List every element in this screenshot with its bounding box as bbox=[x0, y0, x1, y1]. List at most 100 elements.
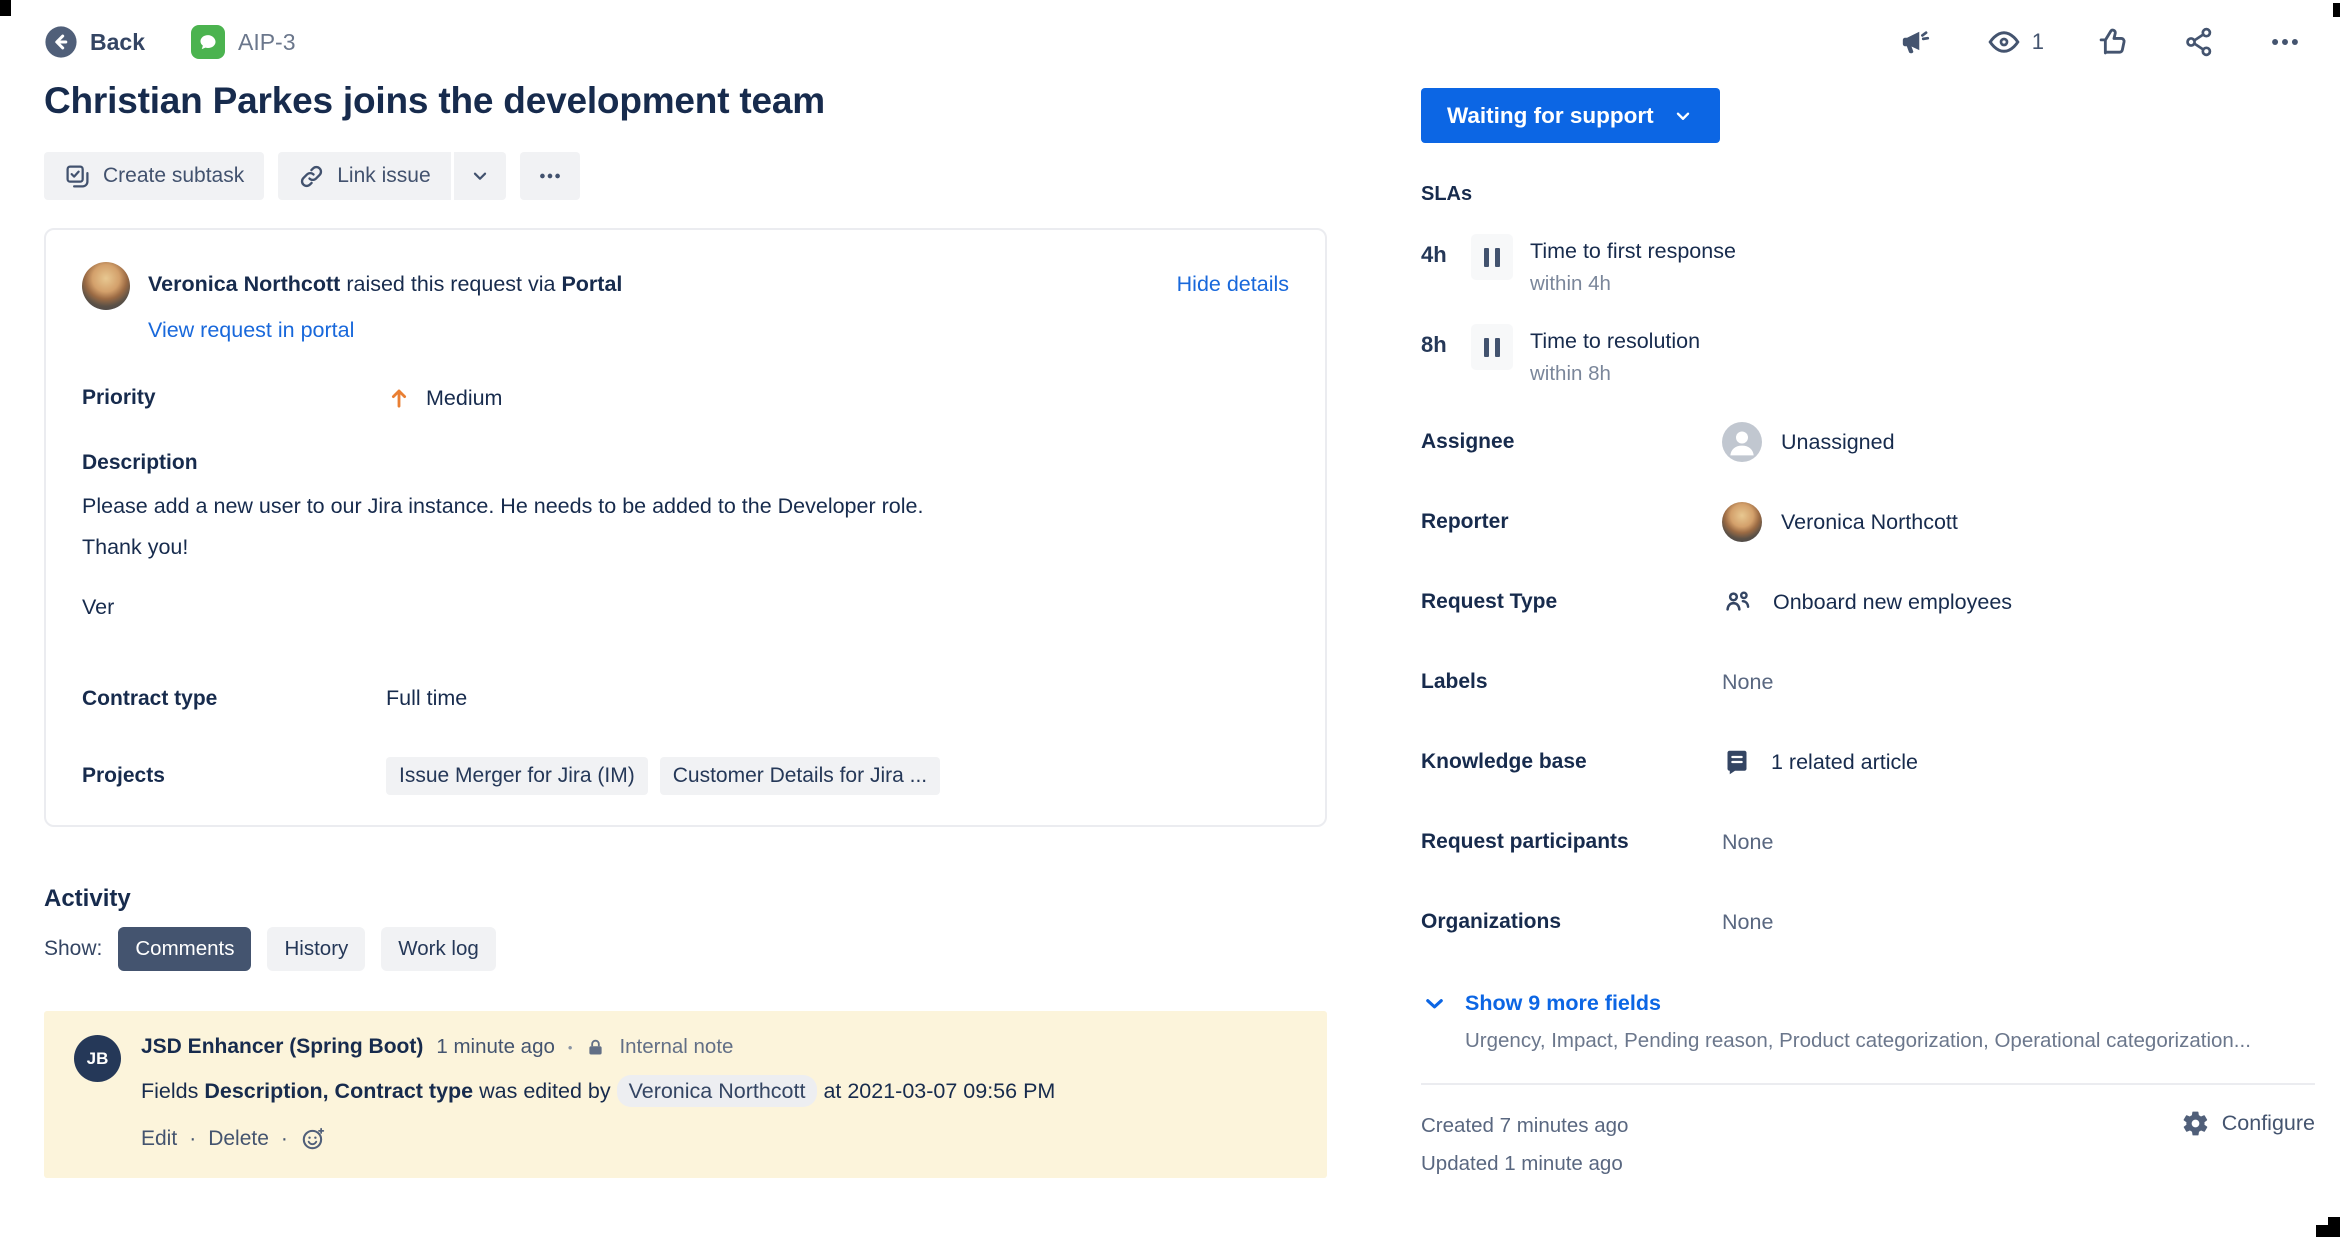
screen-artifact bbox=[2333, 3, 2340, 17]
comment-timestamp[interactable]: 1 minute ago bbox=[436, 1035, 555, 1059]
link-issue-label: Link issue bbox=[337, 164, 430, 188]
created-timestamp: Created 7 minutes ago bbox=[1421, 1107, 1628, 1145]
link-issue-button[interactable]: Link issue bbox=[278, 152, 450, 200]
more-fields-preview: Urgency, Impact, Pending reason, Product… bbox=[1465, 1029, 2315, 1053]
chevron-down-icon bbox=[1672, 105, 1694, 127]
projects-label: Projects bbox=[82, 764, 386, 788]
link-issue-dropdown-button[interactable] bbox=[454, 152, 506, 200]
description-line[interactable]: Thank you! bbox=[82, 532, 1289, 562]
labels-value[interactable]: None bbox=[1722, 670, 1773, 695]
sla-goal: within 4h bbox=[1530, 272, 1736, 296]
updated-timestamp: Updated 1 minute ago bbox=[1421, 1145, 1628, 1183]
issue-side-panel: Waiting for support SLAs 4h Time to firs… bbox=[1421, 64, 2315, 1183]
book-icon bbox=[1722, 747, 1752, 777]
view-request-in-portal-link[interactable]: View request in portal bbox=[148, 318, 1289, 343]
issue-toolbar: Create subtask Link issue bbox=[44, 152, 1327, 200]
show-more-fields-link[interactable]: Show 9 more fields bbox=[1421, 990, 2315, 1017]
delete-comment-link[interactable]: Delete bbox=[208, 1127, 269, 1151]
comment-body: Fields Description, Contract type was ed… bbox=[141, 1079, 1055, 1104]
comment-author[interactable]: JSD Enhancer (Spring Boot) bbox=[141, 1035, 423, 1059]
project-tag[interactable]: Issue Merger for Jira (IM) bbox=[386, 757, 648, 795]
priority-field: Priority Medium bbox=[82, 385, 1289, 411]
chevron-down-icon bbox=[1421, 990, 1448, 1017]
priority-value: Medium bbox=[426, 386, 502, 411]
sla-paused-icon bbox=[1471, 234, 1513, 280]
vote-thumbs-up-icon[interactable] bbox=[2096, 25, 2130, 59]
create-subtask-button[interactable]: Create subtask bbox=[44, 152, 264, 200]
filter-comments-button[interactable]: Comments bbox=[118, 927, 251, 971]
sla-paused-icon bbox=[1471, 324, 1513, 370]
priority-medium-icon bbox=[386, 385, 412, 411]
issue-key[interactable]: AIP-3 bbox=[191, 25, 296, 59]
request-details-card: Veronica Northcott raised this request v… bbox=[44, 228, 1327, 827]
organizations-value[interactable]: None bbox=[1722, 910, 1773, 935]
configure-button[interactable]: Configure bbox=[2181, 1107, 2315, 1138]
show-label: Show: bbox=[44, 937, 102, 961]
raised-line: Veronica Northcott raised this request v… bbox=[148, 262, 622, 297]
request-participants-value[interactable]: None bbox=[1722, 830, 1773, 855]
project-tag[interactable]: Customer Details for Jira ... bbox=[660, 757, 940, 795]
internal-note-comment: JB JSD Enhancer (Spring Boot) 1 minute a… bbox=[44, 1011, 1327, 1178]
assignee-field: Assignee Unassigned bbox=[1421, 402, 2315, 482]
status-dropdown-button[interactable]: Waiting for support bbox=[1421, 88, 1720, 143]
request-type-label: Request Type bbox=[1421, 590, 1722, 614]
knowledge-base-value[interactable]: 1 related article bbox=[1722, 747, 1918, 777]
reporter-avatar[interactable] bbox=[82, 262, 130, 310]
assignee-value[interactable]: Unassigned bbox=[1722, 422, 1895, 462]
share-icon[interactable] bbox=[2182, 25, 2216, 59]
dot-separator: · bbox=[189, 1127, 196, 1151]
labels-field: Labels None bbox=[1421, 642, 2315, 722]
description-line[interactable]: Ver bbox=[82, 592, 1289, 622]
request-participants-label: Request participants bbox=[1421, 830, 1722, 854]
filter-worklog-button[interactable]: Work log bbox=[381, 927, 496, 971]
back-button[interactable]: Back bbox=[44, 25, 145, 59]
dot-separator: • bbox=[568, 1040, 573, 1055]
sla-row-first-response[interactable]: 4h Time to first response within 4h bbox=[1421, 234, 2315, 296]
comment-body-prefix: Fields bbox=[141, 1079, 198, 1103]
reporter-label: Reporter bbox=[1421, 510, 1722, 534]
description-line[interactable]: Please add a new user to our Jira instan… bbox=[82, 491, 1289, 521]
reporter-value[interactable]: Veronica Northcott bbox=[1722, 502, 1958, 542]
people-icon bbox=[1722, 586, 1754, 618]
edit-comment-link[interactable]: Edit bbox=[141, 1127, 177, 1151]
more-actions-icon[interactable] bbox=[2268, 25, 2302, 59]
user-mention[interactable]: Veronica Northcott bbox=[617, 1075, 818, 1107]
reporter-avatar bbox=[1722, 502, 1762, 542]
sla-name: Time to resolution bbox=[1530, 324, 1700, 354]
organizations-label: Organizations bbox=[1421, 910, 1722, 934]
labels-label: Labels bbox=[1421, 670, 1722, 694]
lock-icon bbox=[585, 1037, 606, 1058]
priority-label: Priority bbox=[82, 386, 386, 410]
request-type-value[interactable]: Onboard new employees bbox=[1722, 586, 2012, 618]
link-icon bbox=[298, 163, 325, 190]
screen-artifact bbox=[2316, 1225, 2340, 1237]
comment-author-avatar[interactable]: JB bbox=[74, 1035, 121, 1082]
contract-type-value[interactable]: Full time bbox=[386, 686, 467, 711]
eye-icon bbox=[1986, 24, 2022, 60]
issue-main-panel: Christian Parkes joins the development t… bbox=[44, 64, 1327, 1178]
top-bar: Back AIP-3 1 bbox=[0, 0, 2340, 64]
watchers-button[interactable]: 1 bbox=[1986, 24, 2044, 60]
side-panel-footer: Created 7 minutes ago Updated 1 minute a… bbox=[1421, 1083, 2315, 1183]
back-label: Back bbox=[90, 29, 145, 56]
issue-key-label: AIP-3 bbox=[238, 29, 296, 56]
jira-issue-page: Back AIP-3 1 bbox=[0, 0, 2340, 1237]
request-type-icon bbox=[191, 25, 225, 59]
assignee-label: Assignee bbox=[1421, 430, 1722, 454]
comment-edited-fields: Description, Contract type bbox=[204, 1079, 473, 1103]
knowledge-base-label: Knowledge base bbox=[1421, 750, 1722, 774]
hide-details-link[interactable]: Hide details bbox=[1177, 262, 1289, 297]
filter-history-button[interactable]: History bbox=[267, 927, 365, 971]
add-reaction-icon[interactable] bbox=[300, 1126, 326, 1152]
toolbar-more-button[interactable] bbox=[520, 152, 580, 200]
activity-heading: Activity bbox=[44, 885, 1327, 913]
sla-row-resolution[interactable]: 8h Time to resolution within 8h bbox=[1421, 324, 2315, 386]
create-subtask-label: Create subtask bbox=[103, 164, 244, 188]
sla-time: 4h bbox=[1421, 234, 1467, 268]
request-participants-field: Request participants None bbox=[1421, 802, 2315, 882]
organizations-field: Organizations None bbox=[1421, 882, 2315, 962]
screen-artifact bbox=[0, 0, 11, 16]
issue-title[interactable]: Christian Parkes joins the development t… bbox=[44, 80, 1327, 122]
comment-body-middle: was edited by bbox=[479, 1079, 610, 1103]
feedback-megaphone-icon[interactable] bbox=[1900, 25, 1934, 59]
